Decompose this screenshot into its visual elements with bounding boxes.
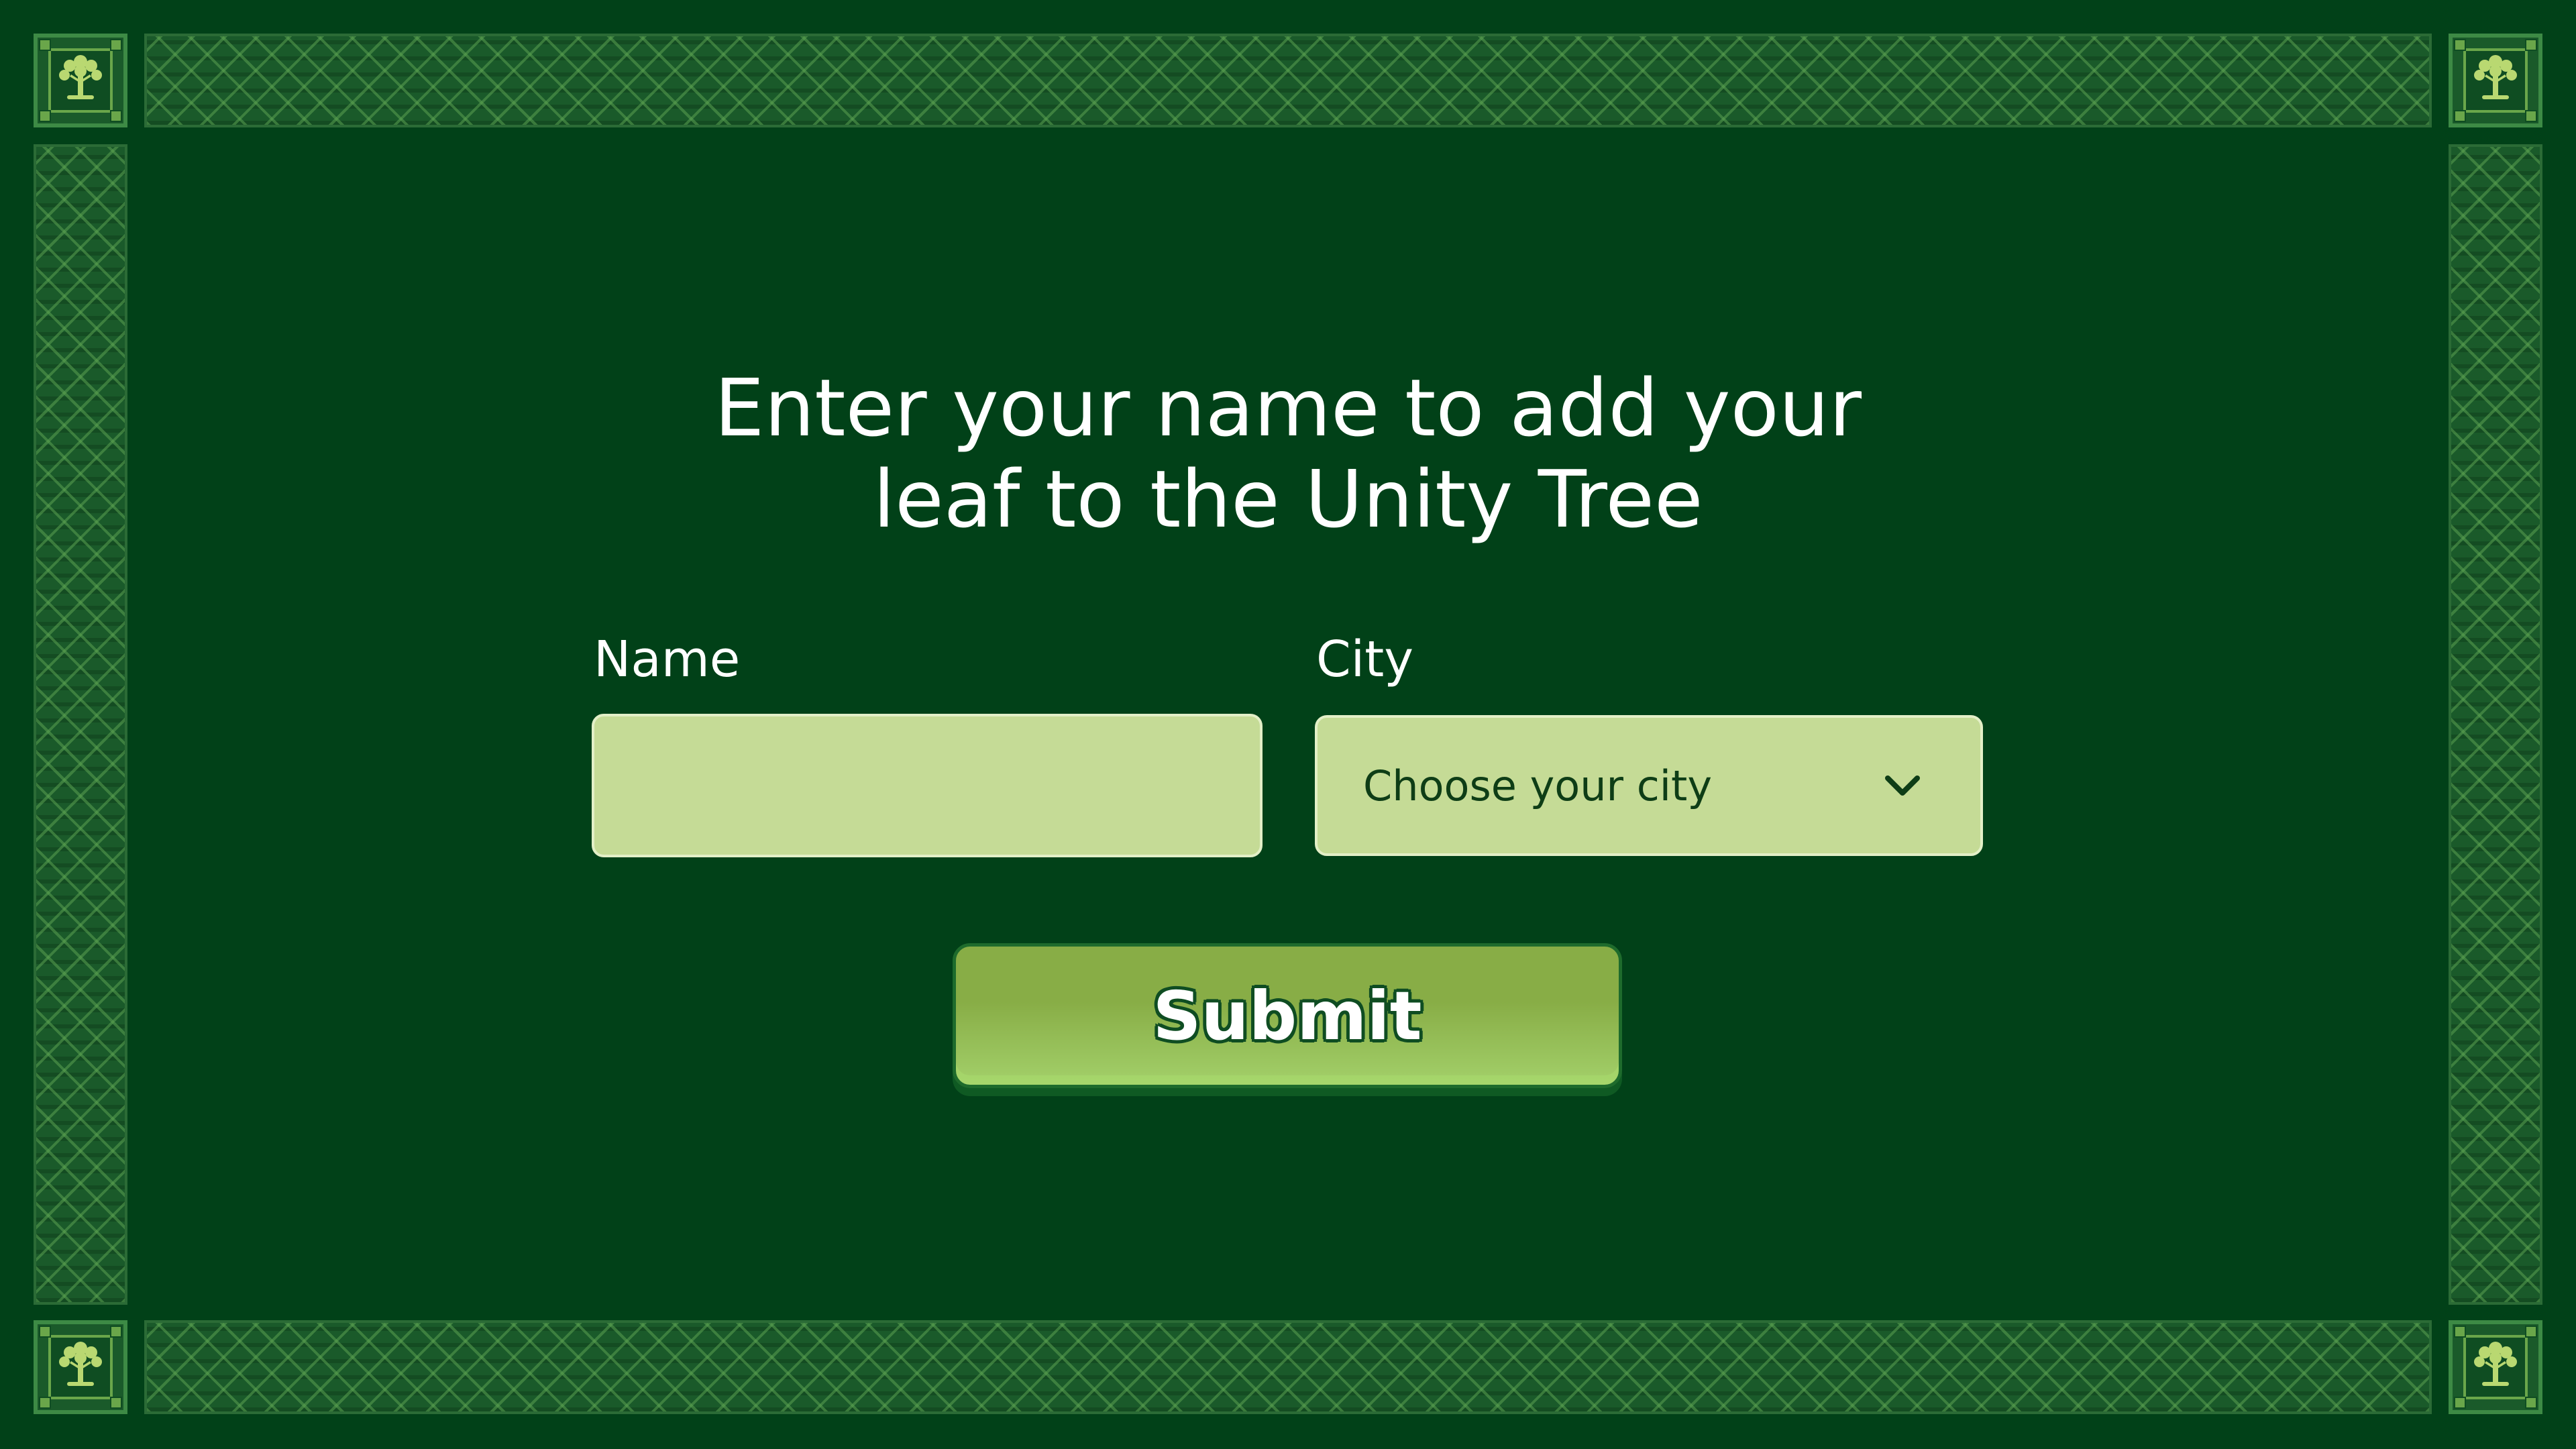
border-pattern-right	[2449, 144, 2542, 1305]
tree-icon	[2474, 55, 2517, 99]
border-pattern-top	[144, 34, 2432, 127]
corner-tree-emblem	[34, 1320, 127, 1414]
tree-icon	[2474, 1342, 2517, 1386]
city-select[interactable]: Choose your city	[1315, 715, 1983, 856]
tree-icon	[59, 55, 102, 99]
corner-tree-emblem	[2449, 1320, 2542, 1414]
corner-tree-emblem	[34, 34, 127, 127]
corner-tree-emblem	[2449, 34, 2542, 127]
city-label: City	[1316, 631, 1414, 688]
name-label: Name	[594, 631, 741, 688]
page-title-line-2: leaf to the Unity Tree	[873, 453, 1703, 545]
page-title-line-1: Enter your name to add your	[714, 362, 1862, 454]
border-pattern-bottom	[144, 1320, 2432, 1414]
chevron-down-icon	[1885, 775, 1920, 796]
city-select-value: Choose your city	[1363, 761, 1713, 810]
name-input[interactable]	[594, 716, 1260, 855]
submit-button[interactable]: Submit	[953, 943, 1622, 1088]
page-title: Enter your name to add your leaf to the …	[604, 362, 1972, 545]
tree-icon	[59, 1342, 102, 1386]
name-field-box[interactable]	[592, 714, 1263, 857]
border-pattern-left	[34, 144, 127, 1305]
submit-button-label: Submit	[1152, 976, 1422, 1055]
